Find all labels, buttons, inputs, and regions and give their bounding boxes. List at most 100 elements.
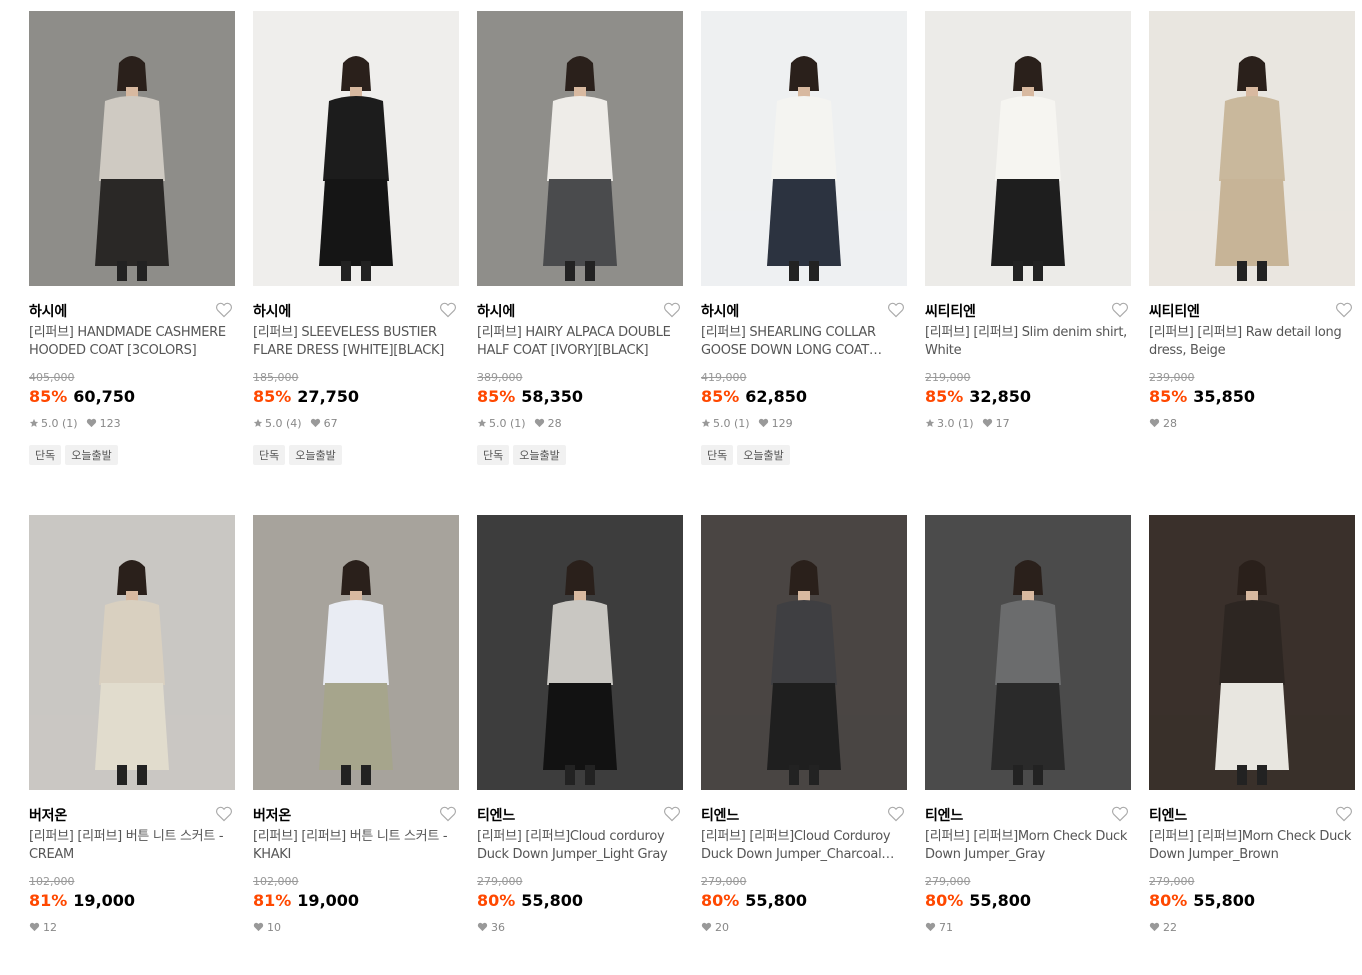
product-image[interactable]: [477, 515, 683, 790]
review-meta: 10: [253, 921, 287, 934]
product-card[interactable]: 버저온 [리퍼브] [리퍼브] 버튼 니트 스커트 - KHAKI 102,000 8…: [253, 515, 459, 975]
product-card[interactable]: 하시에 [리퍼브] SLEEVELESS BUSTIER FLARE DRESS …: [253, 11, 459, 471]
like-icon: [701, 921, 712, 934]
brand-name[interactable]: 티엔느: [1149, 805, 1187, 825]
product-name[interactable]: [리퍼브] SLEEVELESS BUSTIER FLARE DRESS [WH…: [253, 324, 459, 362]
heart-outline-icon[interactable]: [439, 302, 457, 318]
review-meta: 5.0 (1) 28: [477, 417, 568, 430]
product-card[interactable]: 티엔느 [리퍼브] [리퍼브]Cloud Corduroy Duck Down J…: [701, 515, 907, 975]
heart-outline-icon[interactable]: [1335, 302, 1353, 318]
product-name[interactable]: [리퍼브] [리퍼브]Cloud corduroy Duck Down Jump…: [477, 828, 683, 866]
product-card[interactable]: 티엔느 [리퍼브] [리퍼브]Morn Check Duck Down Jumpe…: [1149, 515, 1355, 975]
brand-row: 하시에: [29, 300, 235, 322]
heart-outline-icon[interactable]: [215, 302, 233, 318]
star-icon: [925, 417, 935, 430]
product-name[interactable]: [리퍼브] [리퍼브] 버튼 니트 스커트 - CREAM: [29, 828, 235, 866]
review-meta: 36: [477, 921, 511, 934]
product-name[interactable]: [리퍼브] SHEARLING COLLAR GOOSE DOWN LONG C…: [701, 324, 907, 362]
product-image[interactable]: [29, 11, 235, 286]
product-name[interactable]: [리퍼브] [리퍼브] Slim denim shirt, White: [925, 324, 1131, 362]
brand-row: 씨티티엔: [925, 300, 1131, 322]
discount-rate: 85%: [477, 387, 516, 406]
product-image[interactable]: [701, 11, 907, 286]
product-card[interactable]: 하시에 [리퍼브] SHEARLING COLLAR GOOSE DOWN LON…: [701, 11, 907, 471]
brand-name[interactable]: 하시에: [29, 301, 67, 321]
product-image[interactable]: [925, 11, 1131, 286]
original-price: 219,000: [925, 371, 971, 384]
product-card[interactable]: 하시에 [리퍼브] HANDMADE CASHMERE HOODED COAT […: [29, 11, 235, 471]
discount-rate: 80%: [925, 891, 964, 910]
brand-row: 씨티티엔: [1149, 300, 1355, 322]
brand-row: 하시에: [477, 300, 683, 322]
product-photo: [925, 11, 1131, 286]
heart-outline-icon[interactable]: [663, 806, 681, 822]
product-image[interactable]: [29, 515, 235, 790]
product-name[interactable]: [리퍼브] [리퍼브]Morn Check Duck Down Jumper_B…: [1149, 828, 1355, 866]
heart-outline-icon[interactable]: [887, 806, 905, 822]
tag-list: 단독 오늘출발: [29, 444, 122, 465]
product-image[interactable]: [1149, 11, 1355, 286]
original-price: 279,000: [1149, 875, 1195, 888]
product-card[interactable]: 하시에 [리퍼브] HAIRY ALPACA DOUBLE HALF COAT […: [477, 11, 683, 471]
review-meta: 5.0 (1) 123: [29, 417, 127, 430]
product-image[interactable]: [1149, 515, 1355, 790]
review-meta: 22: [1149, 921, 1183, 934]
brand-name[interactable]: 버저온: [29, 805, 67, 825]
brand-name[interactable]: 하시에: [701, 301, 739, 321]
product-image[interactable]: [253, 515, 459, 790]
brand-row: 티엔느: [701, 804, 907, 826]
product-photo: [701, 11, 907, 286]
heart-outline-icon[interactable]: [1335, 806, 1353, 822]
product-name[interactable]: [리퍼브] HANDMADE CASHMERE HOODED COAT [3CO…: [29, 324, 235, 362]
sale-price: 32,850: [969, 387, 1032, 406]
brand-name[interactable]: 티엔느: [925, 805, 963, 825]
sale-price: 55,800: [521, 891, 584, 910]
product-image[interactable]: [477, 11, 683, 286]
like-icon: [534, 417, 545, 430]
product-photo: [1149, 515, 1355, 790]
product-image[interactable]: [253, 11, 459, 286]
sale-price: 58,350: [521, 387, 584, 406]
sale-price: 55,800: [969, 891, 1032, 910]
heart-outline-icon[interactable]: [887, 302, 905, 318]
price-row: 85% 60,750: [29, 387, 135, 406]
product-image[interactable]: [925, 515, 1131, 790]
price-row: 80% 55,800: [701, 891, 807, 910]
price-row: 85% 35,850: [1149, 387, 1255, 406]
product-card[interactable]: 티엔느 [리퍼브] [리퍼브]Morn Check Duck Down Jumpe…: [925, 515, 1131, 975]
product-card[interactable]: 버저온 [리퍼브] [리퍼브] 버튼 니트 스커트 - CREAM 102,000 8…: [29, 515, 235, 975]
product-name[interactable]: [리퍼브] [리퍼브]Morn Check Duck Down Jumper_G…: [925, 828, 1131, 866]
review-meta: 5.0 (4) 67: [253, 417, 344, 430]
brand-name[interactable]: 씨티티엔: [925, 301, 976, 321]
rating-text: 3.0 (1): [937, 417, 974, 430]
product-name[interactable]: [리퍼브] [리퍼브] 버튼 니트 스커트 - KHAKI: [253, 828, 459, 866]
product-name[interactable]: [리퍼브] [리퍼브]Cloud Corduroy Duck Down Jump…: [701, 828, 907, 866]
sale-price: 60,750: [73, 387, 136, 406]
discount-rate: 85%: [29, 387, 68, 406]
product-card[interactable]: 씨티티엔 [리퍼브] [리퍼브] Slim denim shirt, White 2…: [925, 11, 1131, 471]
product-card[interactable]: 티엔느 [리퍼브] [리퍼브]Cloud corduroy Duck Down J…: [477, 515, 683, 975]
product-image[interactable]: [701, 515, 907, 790]
brand-name[interactable]: 버저온: [253, 805, 291, 825]
heart-outline-icon[interactable]: [439, 806, 457, 822]
product-photo: [701, 515, 907, 790]
like-count: 71: [939, 921, 953, 934]
brand-name[interactable]: 티엔느: [701, 805, 739, 825]
discount-rate: 85%: [1149, 387, 1188, 406]
heart-outline-icon[interactable]: [663, 302, 681, 318]
heart-outline-icon[interactable]: [1111, 806, 1129, 822]
product-name[interactable]: [리퍼브] HAIRY ALPACA DOUBLE HALF COAT [IVO…: [477, 324, 683, 362]
product-tag: 단독: [477, 445, 510, 465]
product-name[interactable]: [리퍼브] [리퍼브] Raw detail long dress, Beige: [1149, 324, 1355, 362]
brand-name[interactable]: 하시에: [477, 301, 515, 321]
brand-row: 버저온: [253, 804, 459, 826]
brand-name[interactable]: 하시에: [253, 301, 291, 321]
brand-name[interactable]: 티엔느: [477, 805, 515, 825]
heart-outline-icon[interactable]: [1111, 302, 1129, 318]
like-icon: [86, 417, 97, 430]
like-count: 123: [99, 417, 121, 430]
brand-name[interactable]: 씨티티엔: [1149, 301, 1200, 321]
heart-outline-icon[interactable]: [215, 806, 233, 822]
like-count: 17: [995, 417, 1010, 430]
product-card[interactable]: 씨티티엔 [리퍼브] [리퍼브] Raw detail long dress, B…: [1149, 11, 1355, 471]
